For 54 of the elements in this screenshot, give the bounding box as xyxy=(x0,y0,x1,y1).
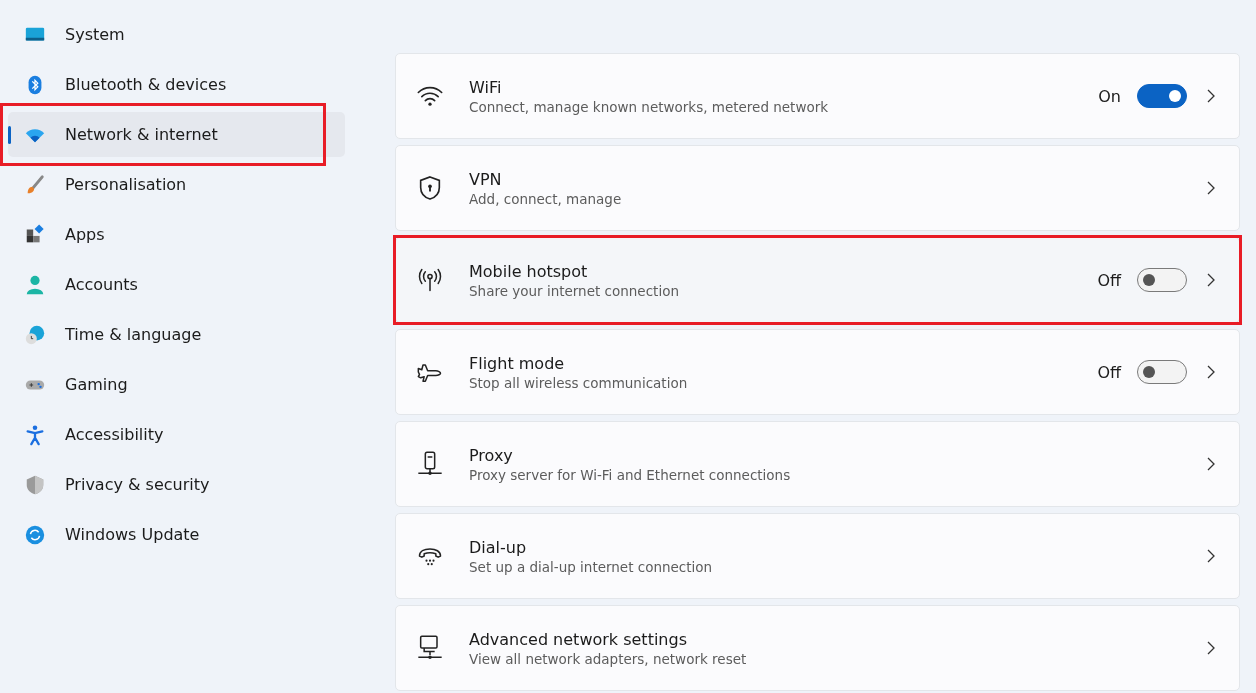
chevron-right-icon xyxy=(1205,548,1217,564)
settings-card[interactable]: Flight mode Stop all wireless communication Off xyxy=(395,329,1240,415)
sidebar-item[interactable]: Privacy & security xyxy=(8,462,345,507)
setting-title: Flight mode xyxy=(469,353,566,373)
sidebar-item[interactable]: Accessibility xyxy=(8,412,345,457)
setting-title: Advanced network settings xyxy=(469,629,688,649)
sidebar-item[interactable]: Accounts xyxy=(8,262,345,307)
shield-icon xyxy=(24,473,46,496)
sidebar-item[interactable]: Time & language xyxy=(8,312,345,357)
setting-description: Share your internet connection xyxy=(469,282,680,299)
setting-description: Set up a dial-up internet connection xyxy=(469,558,714,575)
settings-card[interactable]: Proxy Proxy server for Wi-Fi and Ethernet connections xyxy=(395,421,1240,507)
setting-title: Dial-up xyxy=(469,537,528,557)
chevron-right-icon xyxy=(1205,364,1217,380)
sidebar-item[interactable]: Gaming xyxy=(8,362,345,407)
settings-card[interactable]: Advanced network settings View all network adapters, network reset xyxy=(395,605,1240,691)
chevron-right-icon xyxy=(1205,88,1217,104)
toggle-state-label: Off xyxy=(1097,362,1121,382)
sidebar-item[interactable]: Bluetooth & devices xyxy=(8,62,345,107)
sidebar-item[interactable]: Personalisation xyxy=(8,162,345,207)
setting-title: WiFi xyxy=(469,77,503,97)
setting-title: Proxy xyxy=(469,445,514,465)
settings-card[interactable]: VPN Add, connect, manage xyxy=(395,145,1240,231)
update-icon xyxy=(24,523,46,546)
setting-description: Proxy server for Wi-Fi and Ethernet connections xyxy=(469,466,792,483)
settings-card[interactable]: Mobile hotspot Share your internet connection Off xyxy=(395,237,1240,323)
toggle-switch[interactable] xyxy=(1137,360,1187,384)
selection-indicator xyxy=(8,126,11,144)
server-icon xyxy=(416,450,444,478)
sidebar-item[interactable]: Windows Update xyxy=(8,512,345,557)
chevron-right-icon xyxy=(1205,640,1217,656)
setting-title: VPN xyxy=(469,169,503,189)
setting-description: View all network adapters, network reset xyxy=(469,650,748,667)
toggle-switch[interactable] xyxy=(1137,84,1187,108)
sidebar-item[interactable]: Apps xyxy=(8,212,345,257)
globe-clock-icon xyxy=(24,323,46,346)
accessibility-icon xyxy=(24,423,46,446)
toggle-state-label: On xyxy=(1098,86,1121,106)
setting-description: Stop all wireless communication xyxy=(469,374,689,391)
settings-card[interactable]: WiFi Connect, manage known networks, metered network On xyxy=(395,53,1240,139)
toggle-state-label: Off xyxy=(1097,270,1121,290)
antenna-icon xyxy=(416,266,444,294)
computer-network-icon xyxy=(416,634,444,662)
chevron-right-icon xyxy=(1205,272,1217,288)
chevron-right-icon xyxy=(1205,180,1217,196)
settings-card[interactable]: Dial-up Set up a dial-up internet connection xyxy=(395,513,1240,599)
setting-title: Mobile hotspot xyxy=(469,261,589,281)
person-icon xyxy=(24,273,46,296)
chevron-right-icon xyxy=(1205,456,1217,472)
toggle-switch[interactable] xyxy=(1137,268,1187,292)
setting-description: Add, connect, manage xyxy=(469,190,623,207)
sidebar-item[interactable]: Network & internet xyxy=(8,112,345,157)
setting-description: Connect, manage known networks, metered network xyxy=(469,98,830,115)
sidebar-item[interactable]: System xyxy=(8,12,345,57)
